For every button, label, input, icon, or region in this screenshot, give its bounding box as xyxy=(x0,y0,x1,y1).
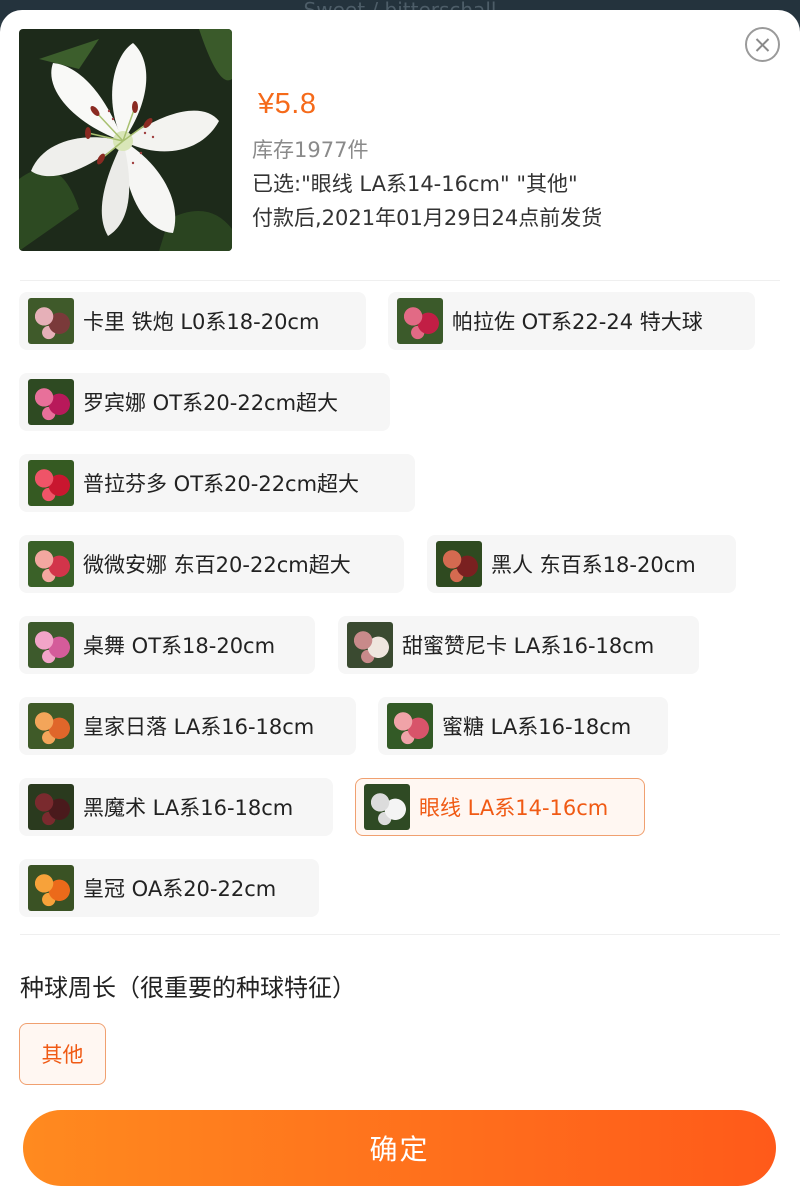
variant-option[interactable]: 蜜糖 LA系16-18cm xyxy=(378,697,668,755)
variant-thumbnail-icon xyxy=(387,703,433,749)
variant-label: 帕拉佐 OT系22-24 特大球 xyxy=(452,310,703,334)
variant-thumbnail-icon xyxy=(347,622,393,668)
variant-label: 甜蜜赞尼卡 LA系16-18cm xyxy=(402,634,655,658)
variant-label: 微微安娜 东百20-22cm超大 xyxy=(83,553,351,577)
variant-option[interactable]: 桌舞 OT系18-20cm xyxy=(19,616,315,674)
variant-thumbnail-icon xyxy=(28,865,74,911)
variant-label: 黑人 东百系18-20cm xyxy=(491,553,696,577)
variant-label: 眼线 LA系14-16cm xyxy=(419,796,609,820)
variant-option[interactable]: 黑人 东百系18-20cm xyxy=(427,535,736,593)
variant-label: 卡里 铁炮 L0系18-20cm xyxy=(83,310,320,334)
variant-thumbnail-icon xyxy=(364,784,410,830)
product-thumbnail xyxy=(19,29,232,251)
variant-option[interactable]: 卡里 铁炮 L0系18-20cm xyxy=(19,292,366,350)
variant-label: 黑魔术 LA系16-18cm xyxy=(83,796,294,820)
variant-label: 皇家日落 LA系16-18cm xyxy=(83,715,315,739)
white-lily-photo xyxy=(19,29,232,251)
variant-label: 皇冠 OA系20-22cm xyxy=(83,877,277,901)
variant-thumbnail-icon xyxy=(397,298,443,344)
variant-label: 普拉芬多 OT系20-22cm超大 xyxy=(83,472,360,496)
variant-option[interactable]: 皇冠 OA系20-22cm xyxy=(19,859,319,917)
variant-thumbnail-icon xyxy=(28,460,74,506)
variant-option[interactable]: 罗宾娜 OT系20-22cm超大 xyxy=(19,373,390,431)
variant-thumbnail-icon xyxy=(28,379,74,425)
variant-option[interactable]: 普拉芬多 OT系20-22cm超大 xyxy=(19,454,415,512)
variant-option[interactable]: 黑魔术 LA系16-18cm xyxy=(19,778,333,836)
divider xyxy=(20,934,780,935)
variant-thumbnail-icon xyxy=(28,784,74,830)
confirm-button[interactable]: 确定 xyxy=(23,1110,776,1186)
shipping-info: 付款后,2021年01月29日24点前发货 xyxy=(252,206,603,230)
variant-option[interactable]: 皇家日落 LA系16-18cm xyxy=(19,697,356,755)
variant-options: 卡里 铁炮 L0系18-20cm 帕拉佐 OT系22-24 特大球 罗宾娜 OT… xyxy=(0,280,800,940)
variant-thumbnail-icon xyxy=(28,541,74,587)
bulb-size-title: 种球周长（很重要的种球特征） xyxy=(20,974,356,1002)
variant-thumbnail-icon xyxy=(28,622,74,668)
sku-selector-sheet: ¥5.8 库存1977件 已选:"眼线 LA系14-16cm" "其他" 付款后… xyxy=(0,10,800,1190)
close-icon[interactable] xyxy=(745,27,780,62)
product-stock: 库存1977件 xyxy=(252,138,369,162)
variant-option[interactable]: 帕拉佐 OT系22-24 特大球 xyxy=(388,292,755,350)
variant-label: 桌舞 OT系18-20cm xyxy=(83,634,276,658)
variant-thumbnail-icon xyxy=(436,541,482,587)
variant-option[interactable]: 微微安娜 东百20-22cm超大 xyxy=(19,535,404,593)
variant-thumbnail-icon xyxy=(28,298,74,344)
variant-thumbnail-icon xyxy=(28,703,74,749)
bulb-option-other[interactable]: 其他 xyxy=(19,1023,106,1085)
variant-option[interactable]: 甜蜜赞尼卡 LA系16-18cm xyxy=(338,616,699,674)
variant-label: 罗宾娜 OT系20-22cm超大 xyxy=(83,391,339,415)
product-price: ¥5.8 xyxy=(258,88,317,120)
variant-option-selected[interactable]: 眼线 LA系14-16cm xyxy=(355,778,645,836)
selected-summary: 已选:"眼线 LA系14-16cm" "其他" xyxy=(252,172,578,196)
variant-label: 蜜糖 LA系16-18cm xyxy=(442,715,632,739)
